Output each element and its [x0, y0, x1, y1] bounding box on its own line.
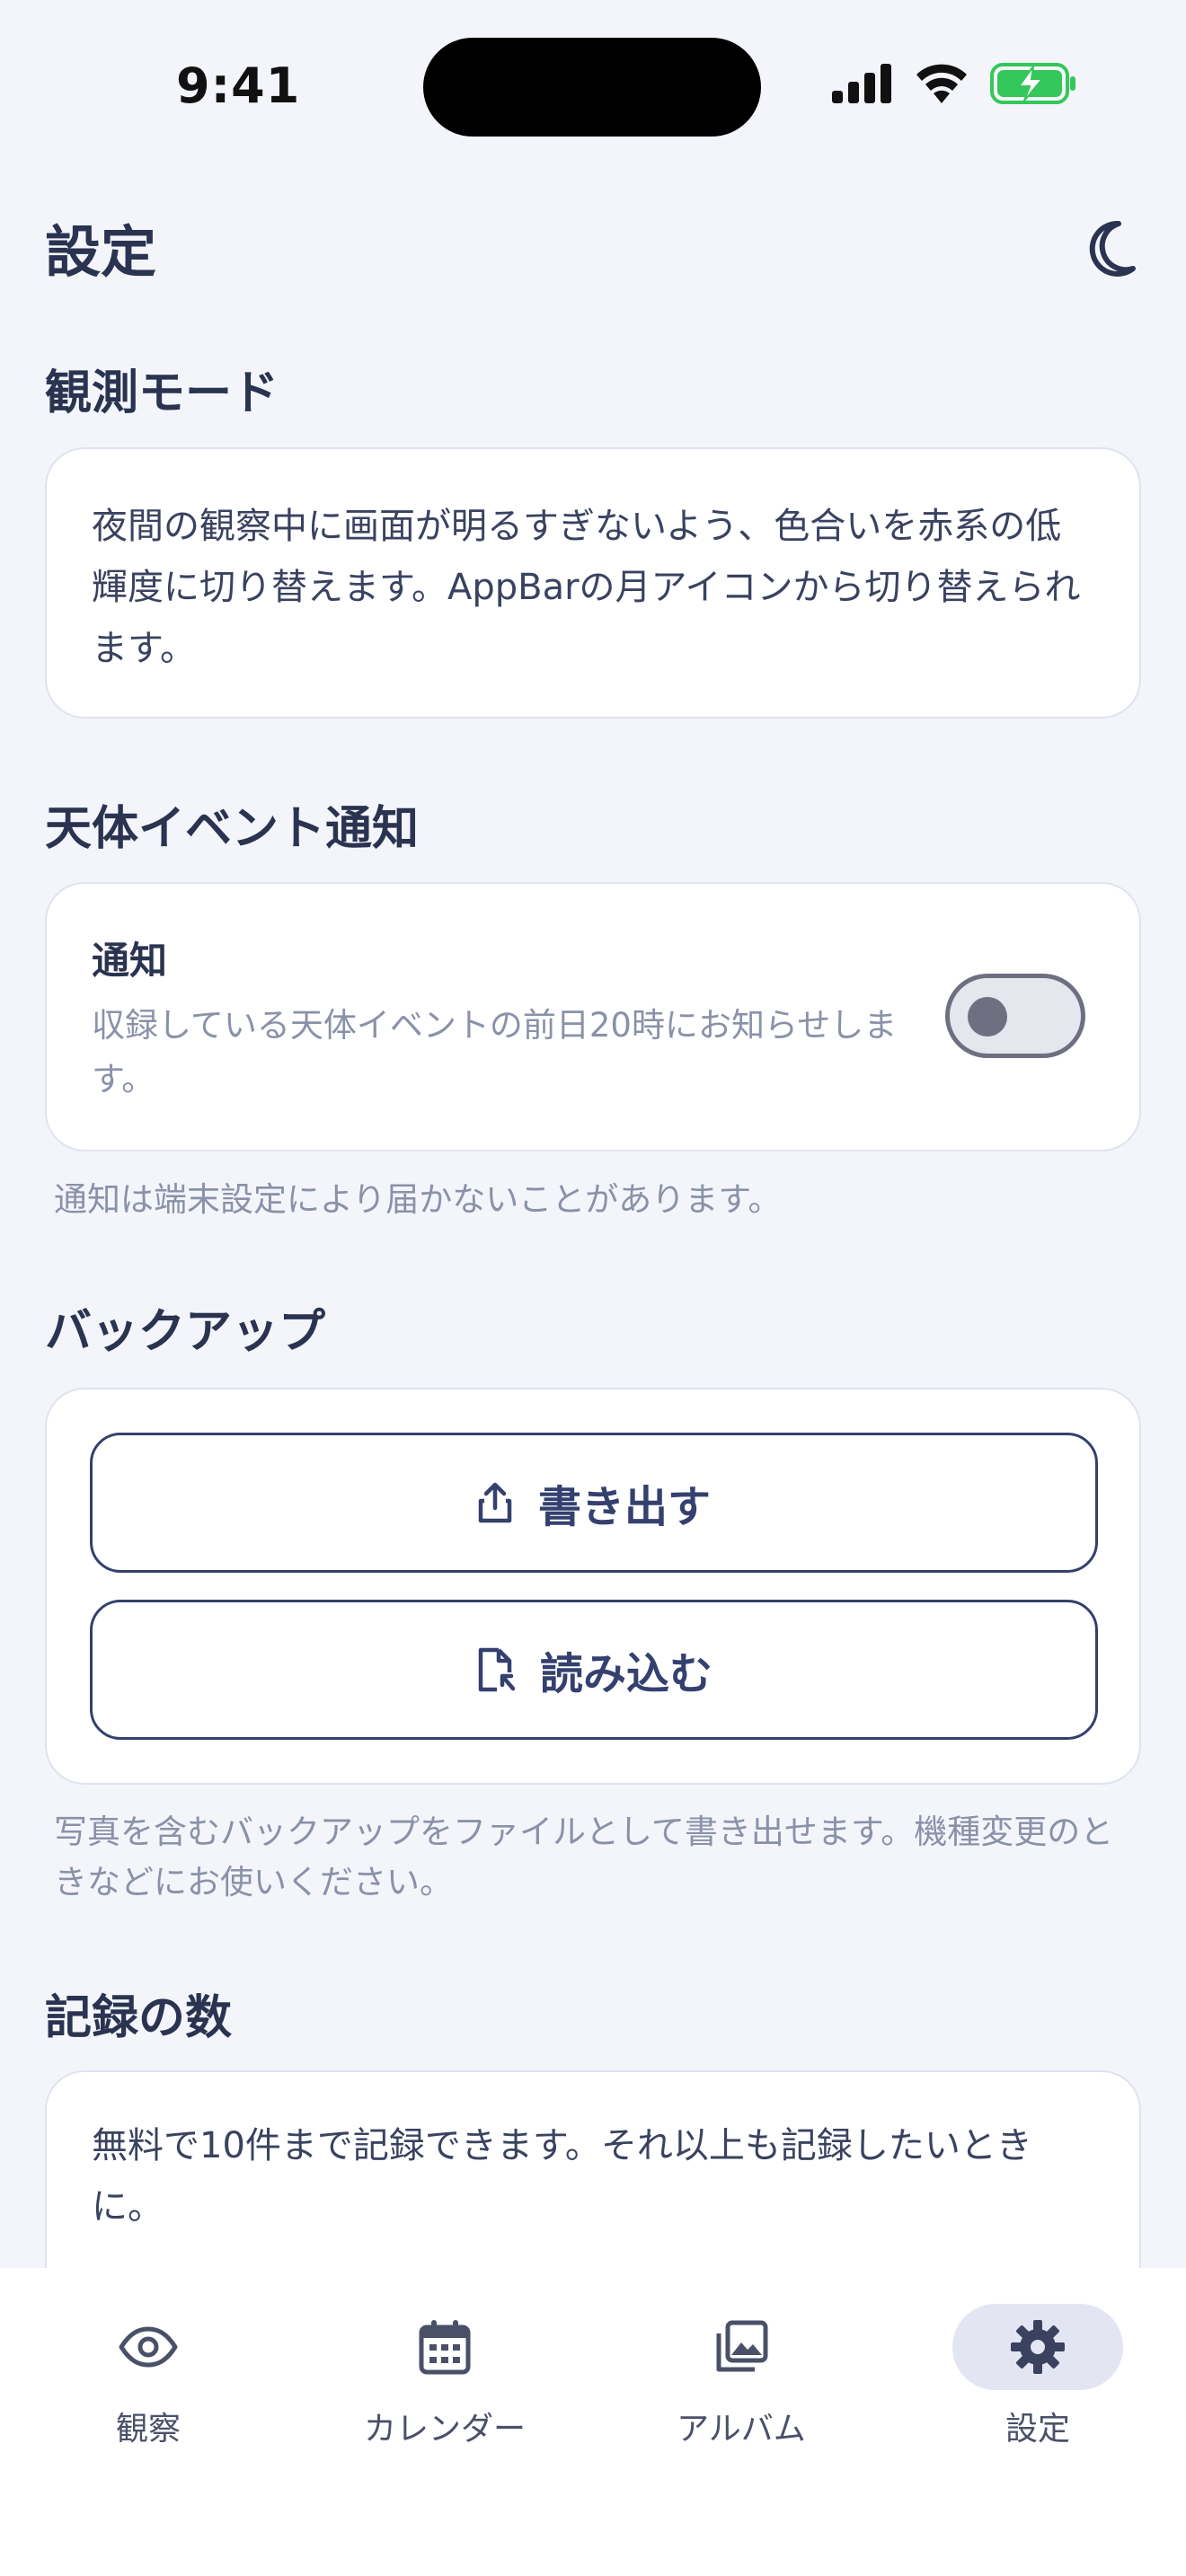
records-description: 無料で10件まで記録できます。それ以上も記録したいときに。: [92, 2125, 1032, 2228]
observation-mode-description: 夜間の観察中に画面が明るすぎないよう、色合いを赤系の低輝度に切り替えます。App…: [92, 506, 1081, 669]
backup-note: 写真を含むバックアップをファイルとして書き出せます。機種変更のときなどにお使いく…: [54, 1813, 1114, 1901]
nav-item-settings[interactable]: 設定: [890, 2304, 1186, 2457]
status-time: 9:41: [176, 57, 301, 114]
bottom-navigation: 観察 カレンダー アルバム 設定: [0, 2268, 1186, 2576]
nav-label-settings: 設定: [1005, 2411, 1070, 2448]
eye-icon: [119, 2326, 178, 2368]
notification-toggle[interactable]: [945, 974, 1085, 1058]
observation-mode-toggle-button[interactable]: [1069, 208, 1150, 289]
nav-label-calendar: カレンダー: [363, 2411, 526, 2448]
status-icons: [832, 63, 1078, 104]
nav-item-observation[interactable]: 観察: [0, 2304, 296, 2457]
notifications-card: 通知 収録している天体イベントの前日20時にお知らせします。: [45, 882, 1141, 1151]
notification-description: 収録している天体イベントの前日20時にお知らせします。: [92, 1006, 898, 1098]
nav-item-album[interactable]: アルバム: [593, 2304, 890, 2457]
observation-mode-title: 観測モード: [45, 366, 279, 420]
status-bar: 9:41: [0, 0, 1186, 171]
export-button-label: 書き出す: [537, 1482, 711, 1532]
backup-card: 書き出す 読み込む: [45, 1388, 1141, 1785]
nav-active-indicator: [952, 2304, 1123, 2390]
share-icon: [478, 1482, 512, 1523]
moon-icon: [1089, 220, 1136, 277]
import-button-label: 読み込む: [539, 1649, 712, 1699]
import-button[interactable]: 読み込む: [90, 1600, 1098, 1740]
app-bar: 設定: [0, 198, 1186, 296]
battery-charging-icon: [990, 63, 1075, 104]
toggle-knob: [968, 997, 1007, 1037]
dynamic-island: [423, 38, 761, 137]
nav-label-observation: 観察: [115, 2411, 181, 2448]
records-title: 記録の数: [45, 1991, 233, 2045]
notification-note: 通知は端末設定により届かないことがあります。: [54, 1180, 782, 1219]
calendar-icon: [419, 2320, 471, 2375]
page-title: 設定: [45, 219, 157, 285]
notifications-title: 天体イベント通知: [45, 802, 420, 856]
album-icon: [716, 2320, 768, 2372]
backup-title: バックアップ: [45, 1305, 326, 1359]
settings-screen: 9:41 設定 観測モード 夜間の観察中に画面が明るすぎないよう、色合いを赤系の…: [0, 0, 1186, 2576]
observation-mode-card: 夜間の観察中に画面が明るすぎないよう、色合いを赤系の低輝度に切り替えます。App…: [45, 447, 1141, 719]
wifi-icon: [916, 64, 967, 103]
nav-item-calendar[interactable]: カレンダー: [296, 2304, 593, 2457]
nav-label-album: アルバム: [677, 2411, 806, 2448]
gear-icon: [1011, 2320, 1065, 2374]
notification-label: 通知: [92, 939, 168, 983]
signal-icon: [832, 64, 891, 103]
file-import-icon: [478, 1647, 515, 1692]
export-button[interactable]: 書き出す: [90, 1433, 1098, 1573]
